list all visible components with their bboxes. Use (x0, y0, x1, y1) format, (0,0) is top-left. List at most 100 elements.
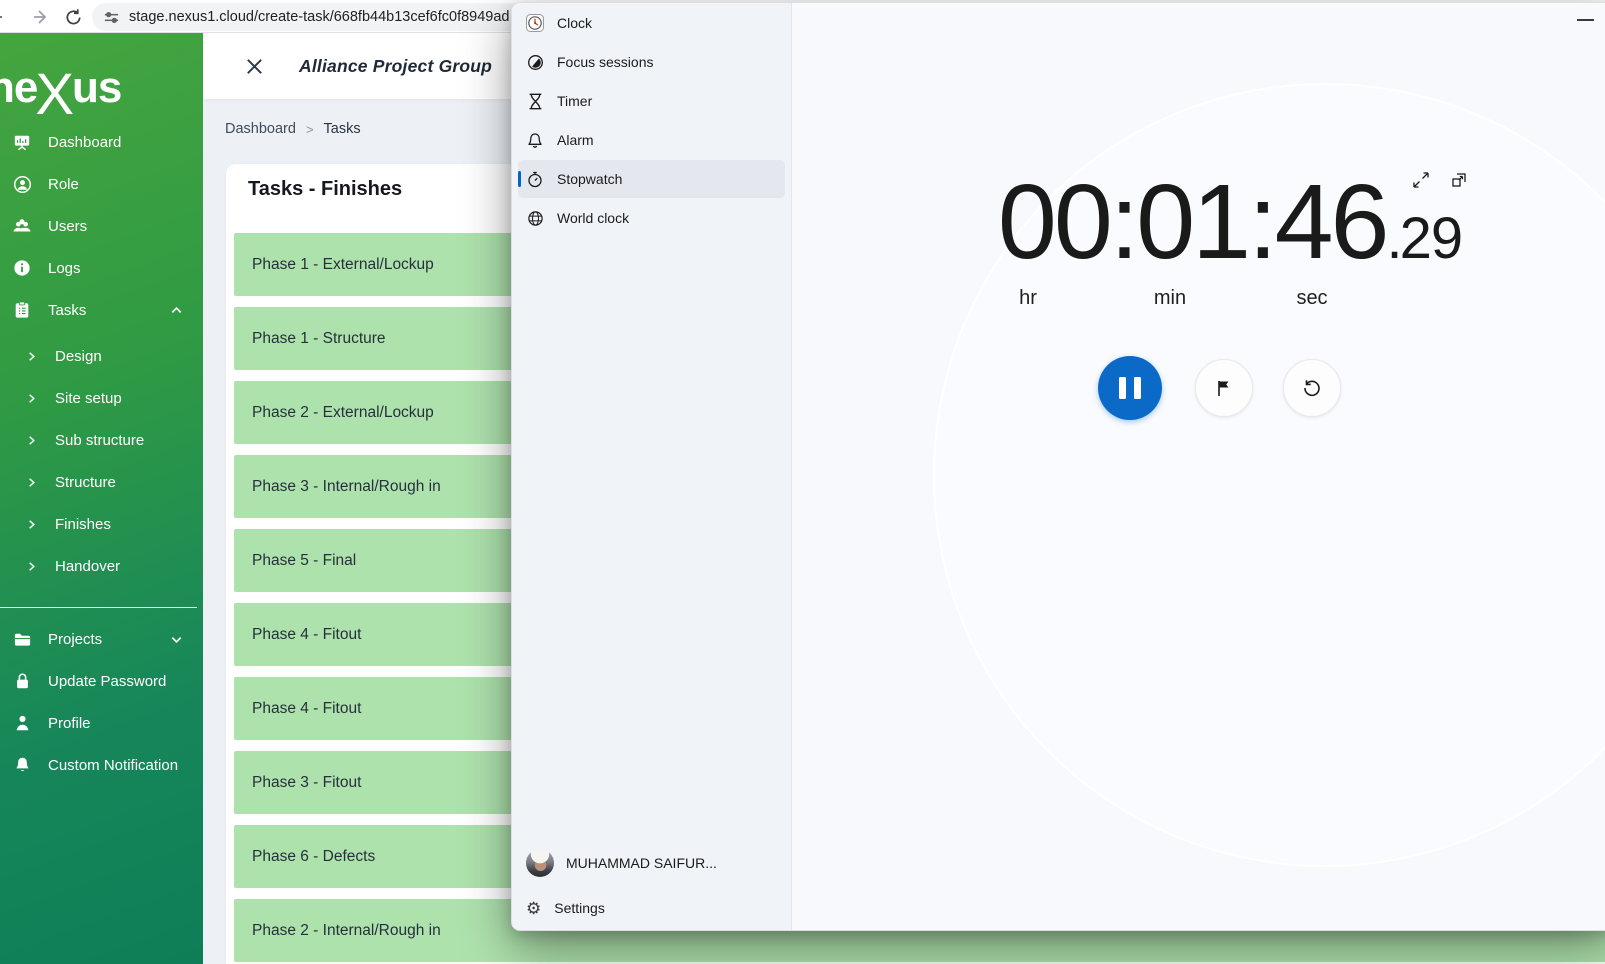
sidebar-subitem-site-setup[interactable]: Site setup (0, 377, 203, 419)
sidebar-item-users[interactable]: Users (0, 205, 203, 247)
bell-icon (12, 755, 32, 775)
app-sidebar: neXus Dashboard Role (0, 33, 203, 964)
time-colon: : (1110, 155, 1136, 291)
stopwatch-icon (526, 170, 544, 188)
forward-arrow-icon (31, 7, 51, 27)
sidebar-subitem-label: Finishes (55, 516, 111, 533)
sidebar-subitem-handover[interactable]: Handover (0, 545, 203, 587)
time-minutes: 01 (1136, 155, 1248, 291)
avatar (526, 849, 554, 877)
sidebar-item-label: Logs (48, 260, 81, 277)
gear-icon: ⚙ (526, 900, 541, 917)
unit-label-sec: sec (1296, 287, 1327, 310)
sidebar-item-profile[interactable]: Profile (0, 702, 203, 744)
close-icon[interactable] (243, 55, 265, 77)
clock-app-icon (526, 14, 544, 32)
logo-x: X (35, 72, 74, 118)
clock-nav-label: Stopwatch (557, 171, 622, 187)
sidebar-subitem-label: Sub structure (55, 432, 144, 449)
logo-text-2: us (72, 63, 121, 113)
sidebar-subitem-label: Structure (55, 474, 116, 491)
screen: stage.nexus1.cloud/create-task/668fb44b1… (0, 0, 1605, 964)
sidebar-nav: Dashboard Role Users (0, 121, 203, 786)
stopwatch-panel (793, 3, 1605, 930)
minimize-icon (1577, 19, 1594, 21)
sidebar-subitem-design[interactable]: Design (0, 335, 203, 377)
chevron-right-icon (25, 434, 37, 446)
chevron-right-icon (25, 560, 37, 572)
logo-text: ne (0, 63, 37, 113)
clock-app-title-row[interactable]: Clock (518, 4, 785, 42)
clock-nav-alarm[interactable]: Alarm (518, 121, 785, 159)
time-hours: 00 (998, 155, 1110, 291)
chevron-right-icon (25, 518, 37, 530)
sidebar-item-label: Update Password (48, 673, 166, 690)
logs-icon (12, 258, 32, 278)
clock-nav-label: Alarm (557, 132, 594, 148)
chevron-up-icon[interactable] (169, 303, 183, 317)
back-arrow-icon (0, 7, 5, 27)
sidebar-item-label: Profile (48, 715, 91, 732)
clock-nav-timer[interactable]: Timer (518, 82, 785, 120)
clock-nav-label: Focus sessions (557, 54, 653, 70)
sidebar-item-projects[interactable]: Projects (0, 618, 203, 660)
sidebar-nav-bottom: Projects Update Password (0, 608, 203, 786)
profile-icon (12, 713, 32, 733)
timer-hourglass-icon (526, 92, 544, 110)
page-title: Alliance Project Group (299, 56, 492, 77)
clock-nav-label: Timer (557, 93, 592, 109)
reset-button[interactable] (1283, 359, 1341, 417)
sidebar-item-label: Custom Notification (48, 757, 178, 774)
sidebar-item-tasks[interactable]: Tasks (0, 289, 203, 331)
sidebar-subitem-structure[interactable]: Structure (0, 461, 203, 503)
clock-nav-focus-sessions[interactable]: Focus sessions (518, 43, 785, 81)
breadcrumb-dashboard[interactable]: Dashboard (225, 121, 296, 137)
sidebar-subitem-label: Site setup (55, 390, 122, 407)
reload-icon (64, 8, 83, 27)
sidebar-item-label: Tasks (48, 302, 86, 319)
sidebar-item-custom-notification[interactable]: Custom Notification (0, 744, 203, 786)
sidebar-subitem-label: Design (55, 348, 102, 365)
alarm-bell-icon (526, 131, 544, 149)
lock-icon (12, 671, 32, 691)
tasks-submenu: Design Site setup Sub structure Structur… (0, 335, 203, 587)
sidebar-item-role[interactable]: Role (0, 163, 203, 205)
browser-back-button[interactable] (0, 4, 8, 30)
role-icon (12, 174, 32, 194)
account-name: MUHAMMAD SAIFUR... (566, 855, 717, 871)
clock-nav-stopwatch[interactable]: Stopwatch (518, 160, 785, 198)
sidebar-subitem-sub-structure[interactable]: Sub structure (0, 419, 203, 461)
clock-sidebar: Clock Focus sessions Timer Alarm (512, 3, 792, 930)
clock-nav-label: Clock (557, 15, 592, 31)
reset-icon (1301, 377, 1323, 399)
world-clock-globe-icon (526, 209, 544, 227)
sidebar-item-dashboard[interactable]: Dashboard (0, 121, 203, 163)
clock-app-window: Clock Focus sessions Timer Alarm (511, 2, 1605, 931)
clock-account-row[interactable]: MUHAMMAD SAIFUR... (518, 841, 785, 885)
minimize-button[interactable] (1574, 15, 1596, 25)
sidebar-subitem-finishes[interactable]: Finishes (0, 503, 203, 545)
sidebar-subitem-label: Handover (55, 558, 120, 575)
sidebar-item-label: Role (48, 176, 79, 193)
chevron-right-icon (25, 392, 37, 404)
site-settings-icon[interactable] (102, 8, 120, 26)
breadcrumb-tasks[interactable]: Tasks (324, 121, 361, 137)
pause-button[interactable] (1098, 356, 1162, 420)
chevron-right-icon (25, 350, 37, 362)
sidebar-item-logs[interactable]: Logs (0, 247, 203, 289)
clock-nav-world-clock[interactable]: World clock (518, 199, 785, 237)
users-icon (12, 216, 32, 236)
chevron-right-icon (25, 476, 37, 488)
chevron-down-icon[interactable] (169, 632, 183, 646)
unit-label-hr: hr (1019, 287, 1037, 310)
time-dot: . (1386, 202, 1399, 276)
clock-settings-row[interactable]: ⚙ Settings (518, 889, 785, 927)
stopwatch-time: 00:01:46.29 (998, 155, 1462, 291)
projects-icon (12, 629, 32, 649)
pause-icon (1119, 377, 1141, 399)
url-text[interactable]: stage.nexus1.cloud/create-task/668fb44b1… (129, 9, 510, 25)
sidebar-item-update-password[interactable]: Update Password (0, 660, 203, 702)
browser-reload-button[interactable] (60, 4, 86, 30)
lap-flag-button[interactable] (1195, 359, 1253, 417)
browser-forward-button[interactable] (28, 4, 54, 30)
